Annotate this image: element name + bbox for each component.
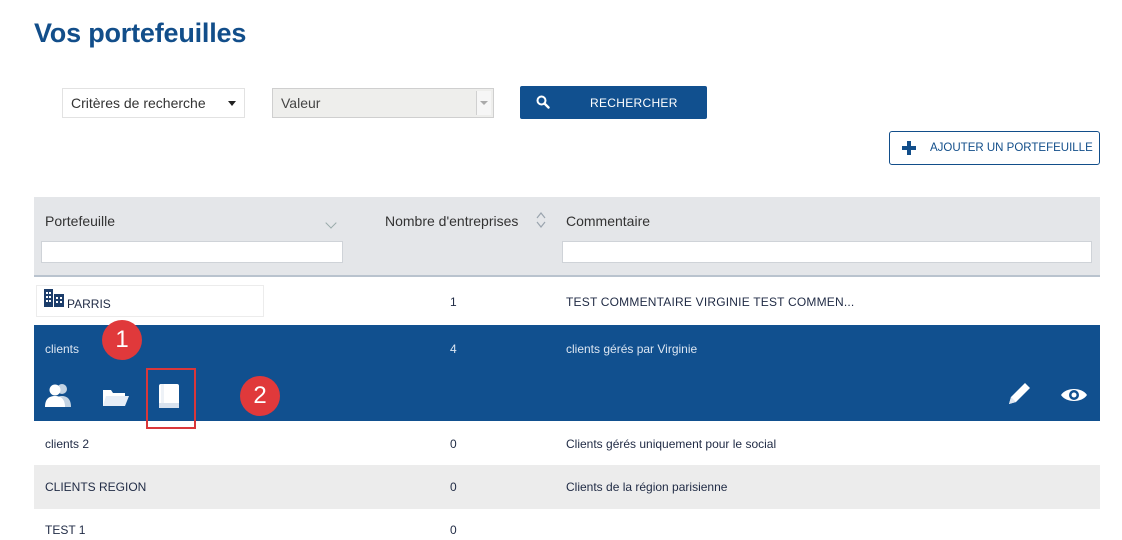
company-count: 1 (450, 295, 457, 309)
caret-down-icon (476, 91, 491, 115)
value-select-placeholder: Valeur (281, 95, 321, 111)
search-button-label: RECHERCHER (590, 96, 678, 110)
caret-down-icon (228, 101, 236, 106)
plus-icon (902, 141, 916, 155)
portfolio-comment: TEST COMMENTAIRE VIRGINIE TEST COMMEN... (566, 295, 855, 309)
page-title: Vos portefeuilles (34, 18, 247, 48)
users-icon[interactable] (44, 383, 72, 407)
pencil-icon[interactable] (1006, 381, 1032, 407)
column-header-portefeuille[interactable]: Portefeuille (45, 213, 115, 229)
portfolio-name: CLIENTS REGION (45, 480, 147, 494)
search-button[interactable]: RECHERCHER (520, 86, 707, 119)
sort-icon[interactable] (536, 211, 546, 229)
portfolio-comment: Clients gérés uniquement pour le social (566, 437, 777, 451)
portfolio-name: clients 2 (45, 437, 90, 451)
table-row[interactable]: CLIENTS REGION 0 Clients de la région pa… (34, 465, 1100, 509)
table-header: Portefeuille Nombre d'entreprises Commen… (34, 197, 1100, 277)
add-portfolio-label: AJOUTER UN PORTEFEUILLE (930, 142, 1093, 154)
value-select[interactable]: Valeur (272, 88, 494, 118)
portfolio-name: PARRIS (67, 297, 111, 311)
table-row[interactable]: PARRIS 1 TEST COMMENTAIRE VIRGINIE TEST … (34, 277, 1100, 325)
portfolio-comment: Clients de la région parisienne (566, 480, 728, 494)
portfolio-comment: clients gérés par Virginie (566, 342, 698, 356)
search-icon (536, 95, 550, 109)
annotation-badge-2: 2 (240, 376, 280, 416)
column-header-commentaire[interactable]: Commentaire (566, 213, 650, 229)
filter-portefeuille-input[interactable] (41, 241, 343, 263)
sort-down-icon[interactable] (325, 217, 337, 229)
portfolio-name: clients (45, 342, 80, 356)
filter-commentaire-input[interactable] (562, 241, 1092, 263)
add-portfolio-button[interactable]: AJOUTER UN PORTEFEUILLE (889, 131, 1100, 165)
column-header-nombre[interactable]: Nombre d'entreprises (385, 213, 518, 229)
company-count: 4 (450, 342, 457, 356)
folder-icon[interactable] (102, 387, 130, 407)
portfolio-name: TEST 1 (45, 523, 86, 537)
criteria-select[interactable]: Critères de recherche (62, 88, 245, 118)
company-count: 0 (450, 480, 457, 494)
company-count: 0 (450, 523, 457, 537)
company-count: 0 (450, 437, 457, 451)
eye-icon[interactable] (1060, 386, 1088, 404)
highlight-box (146, 368, 196, 429)
annotation-badge-1: 1 (102, 320, 142, 360)
building-icon (44, 289, 64, 307)
criteria-select-label: Critères de recherche (71, 95, 206, 111)
table-row[interactable]: TEST 1 0 (34, 509, 1100, 540)
